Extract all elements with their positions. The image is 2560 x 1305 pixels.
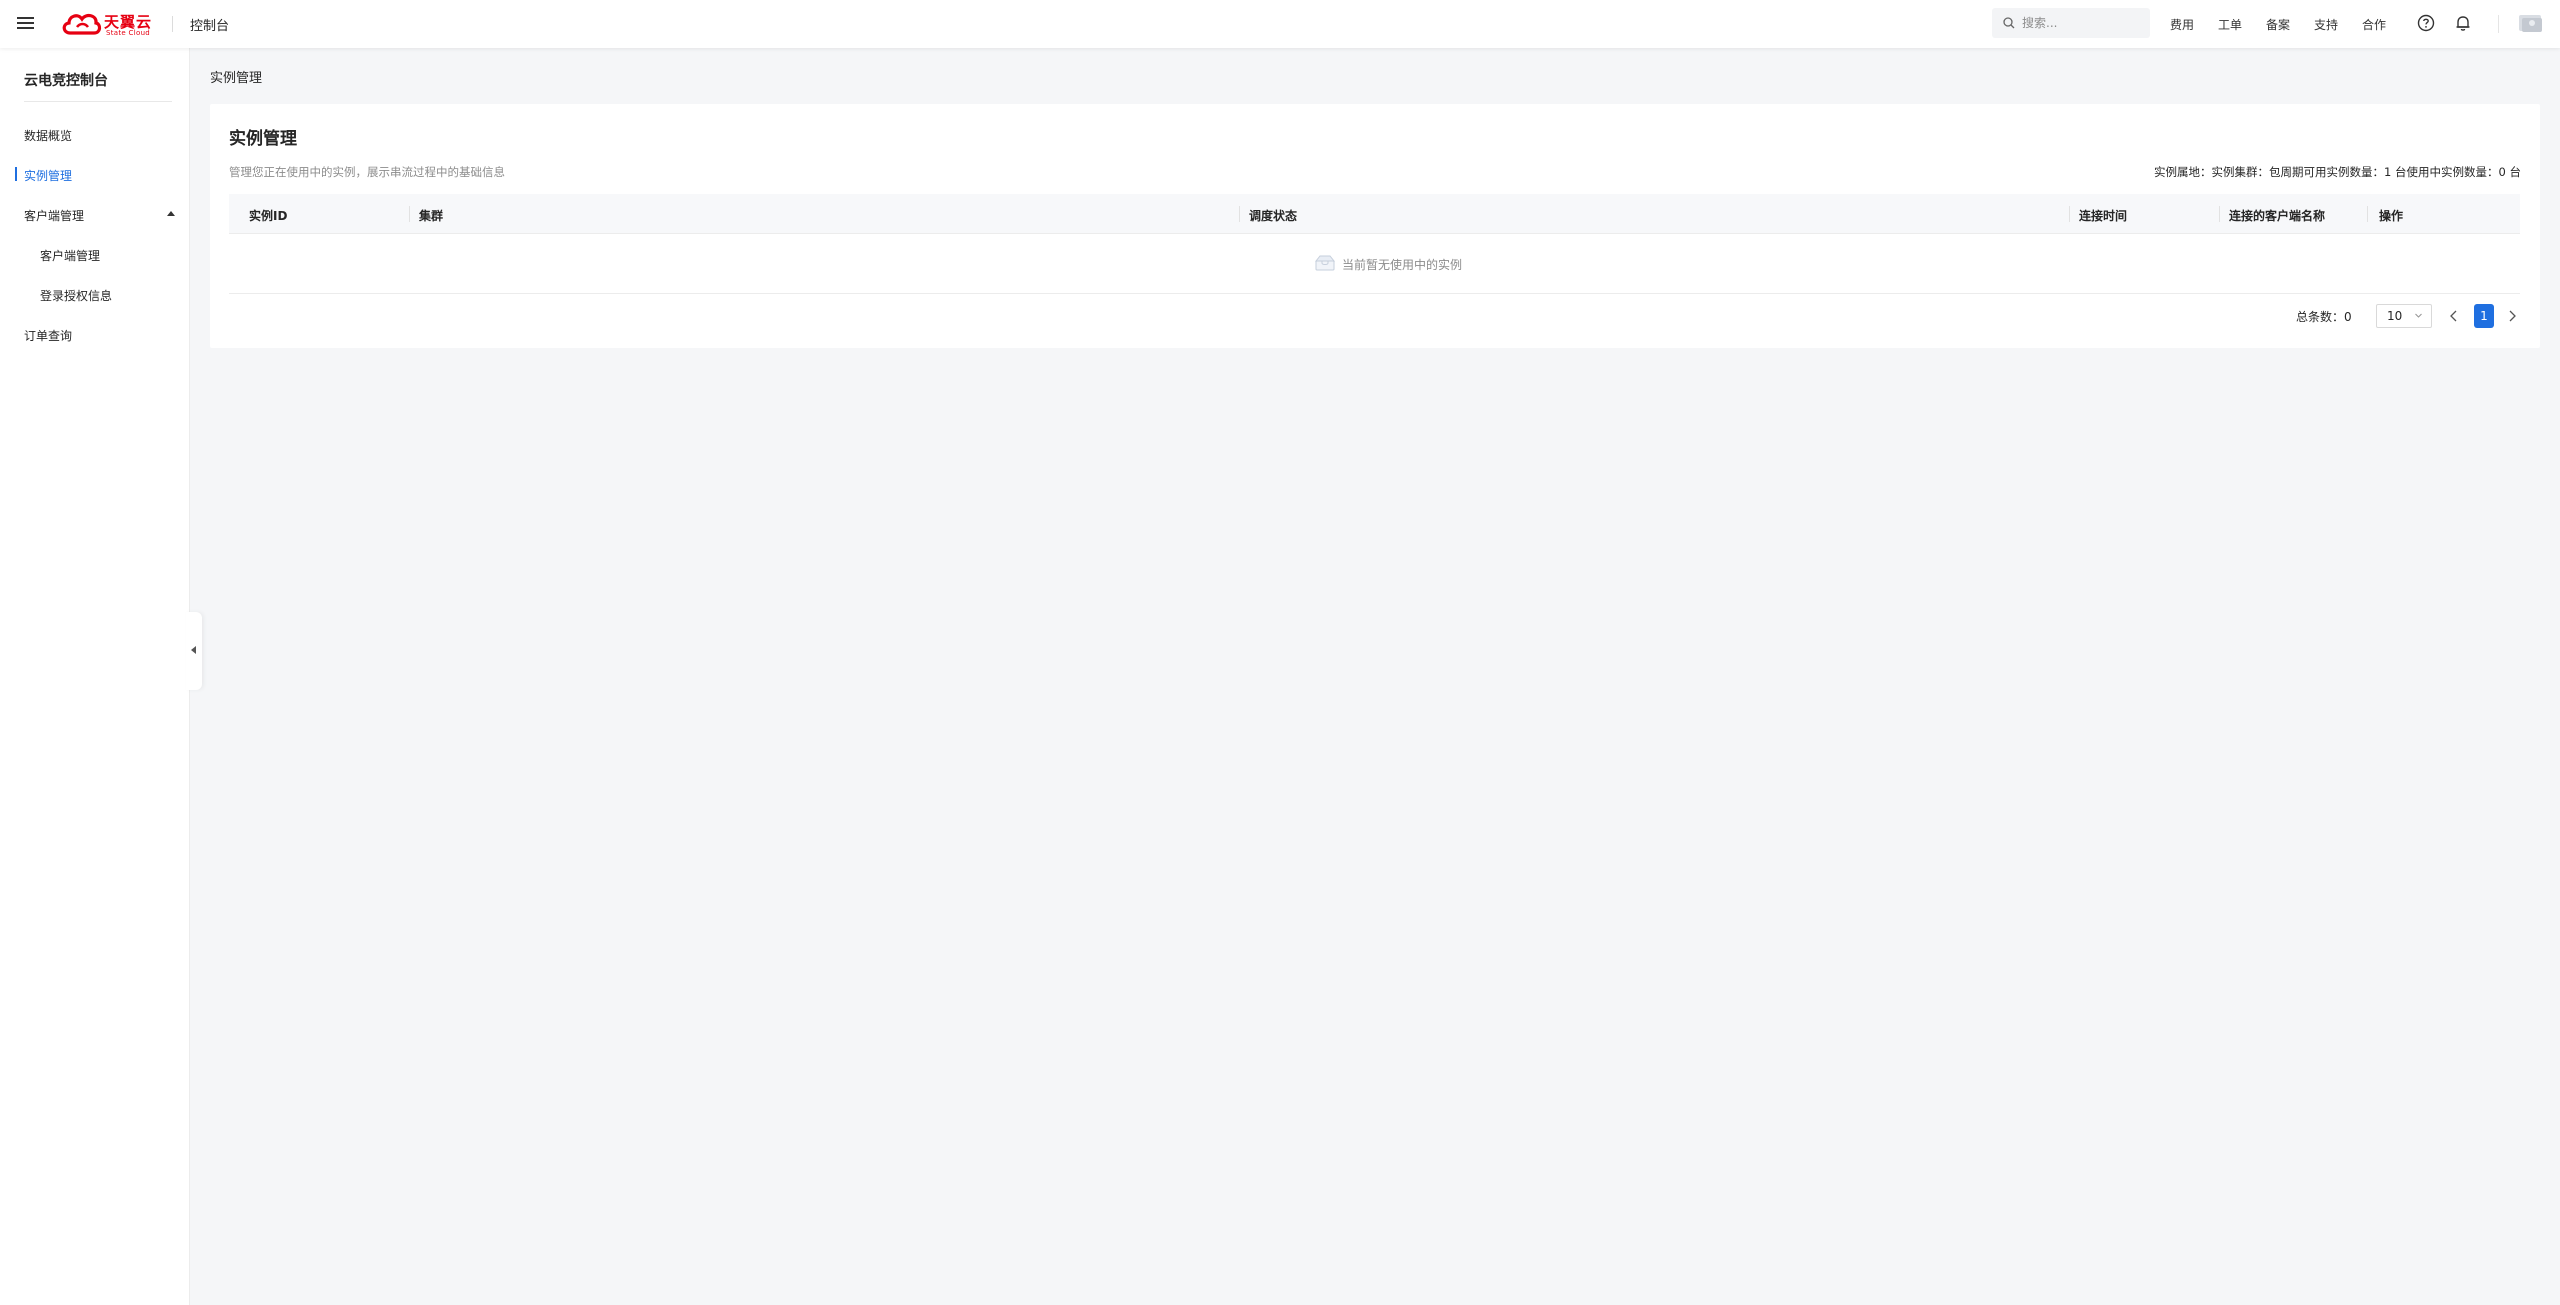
column-actions: 操作: [2379, 209, 2404, 223]
sidebar-item-instances[interactable]: 实例管理: [0, 158, 189, 190]
column-divider: [2219, 206, 2220, 222]
sidebar-title: 云电竞控制台: [24, 73, 108, 89]
nav-fees[interactable]: 费用: [2170, 16, 2194, 33]
empty-message: 当前暂无使用中的实例: [1342, 258, 1463, 272]
active-indicator: [15, 167, 17, 181]
sidebar-item-label: 登录授权信息: [40, 289, 113, 303]
column-divider: [2367, 206, 2368, 222]
divider: [24, 101, 172, 102]
page-size-value: 10: [2387, 309, 2403, 323]
column-divider: [409, 206, 410, 222]
sidebar-item-label: 客户端管理: [40, 249, 101, 263]
nav-filing[interactable]: 备案: [2266, 16, 2290, 33]
search-icon: [2003, 17, 2015, 29]
sidebar-subitem-login-auth[interactable]: 登录授权信息: [0, 278, 189, 310]
column-instance-id: 实例ID: [249, 209, 288, 223]
sidebar: 云电竞控制台 数据概览 实例管理 客户端管理 客户端管理 登录授权信息 订单查询: [0, 48, 190, 1305]
instance-card: 实例管理 管理您正在使用中的实例，展示串流过程中的基础信息 实例属地：实例集群：…: [210, 104, 2540, 348]
nav-partners[interactable]: 合作: [2362, 16, 2386, 33]
sidebar-subitem-client-management[interactable]: 客户端管理: [0, 238, 189, 270]
prev-page-button[interactable]: [2449, 309, 2459, 323]
sidebar-item-client-management[interactable]: 客户端管理: [0, 198, 189, 230]
page-description: 管理您正在使用中的实例，展示串流过程中的基础信息: [229, 165, 505, 179]
divider: [2498, 15, 2499, 33]
divider: [172, 16, 173, 32]
avatar[interactable]: [2518, 12, 2544, 34]
sidebar-item-orders[interactable]: 订单查询: [0, 318, 189, 350]
sidebar-item-overview[interactable]: 数据概览: [0, 118, 189, 150]
logo[interactable]: 天翼云 State Cloud: [60, 9, 155, 39]
next-page-button[interactable]: [2507, 309, 2517, 323]
total-count: 总条数：0: [2296, 310, 2352, 324]
column-cluster: 集群: [419, 209, 444, 223]
hamburger-menu-icon[interactable]: [17, 14, 35, 32]
page-title: 实例管理: [229, 129, 297, 149]
top-bar: 天翼云 State Cloud 控制台 费用 工单 备案 支持 合作: [0, 0, 2560, 48]
cloud-logo-icon: [62, 13, 102, 35]
sidebar-item-label: 实例管理: [24, 169, 73, 183]
column-connect-time: 连接时间: [2079, 209, 2128, 223]
instance-stats: 实例属地：实例集群：包周期可用实例数量：1 台使用中实例数量：0 台: [2154, 165, 2521, 179]
caret-up-icon: [167, 211, 175, 216]
table-empty-state: 当前暂无使用中的实例: [229, 234, 2520, 294]
page-size-select[interactable]: 10: [2376, 304, 2432, 328]
sidebar-item-label: 订单查询: [24, 329, 73, 343]
column-client-name: 连接的客户端名称: [2229, 209, 2326, 223]
nav-tickets[interactable]: 工单: [2218, 16, 2242, 33]
nav-support[interactable]: 支持: [2314, 16, 2338, 33]
chevron-down-icon: [2415, 313, 2422, 318]
search-input[interactable]: [2020, 14, 2144, 32]
bell-icon[interactable]: [2454, 14, 2472, 32]
breadcrumb: 实例管理: [210, 71, 263, 86]
help-icon[interactable]: [2417, 14, 2435, 32]
logo-subtext: State Cloud: [106, 29, 151, 37]
column-schedule-status: 调度状态: [1249, 209, 1298, 223]
table-header: 实例ID 集群 调度状态 连接时间 连接的客户端名称 操作: [229, 194, 2520, 234]
column-divider: [2069, 206, 2070, 222]
sidebar-collapse-toggle[interactable]: [186, 612, 202, 690]
sidebar-item-label: 客户端管理: [24, 209, 85, 223]
search-box[interactable]: [1992, 8, 2150, 38]
console-link[interactable]: 控制台: [190, 15, 229, 34]
caret-left-icon: [191, 646, 196, 654]
sidebar-item-label: 数据概览: [24, 129, 73, 143]
page-number-current[interactable]: 1: [2474, 304, 2494, 328]
empty-box-icon: [1314, 255, 1336, 271]
column-divider: [1239, 206, 1240, 222]
